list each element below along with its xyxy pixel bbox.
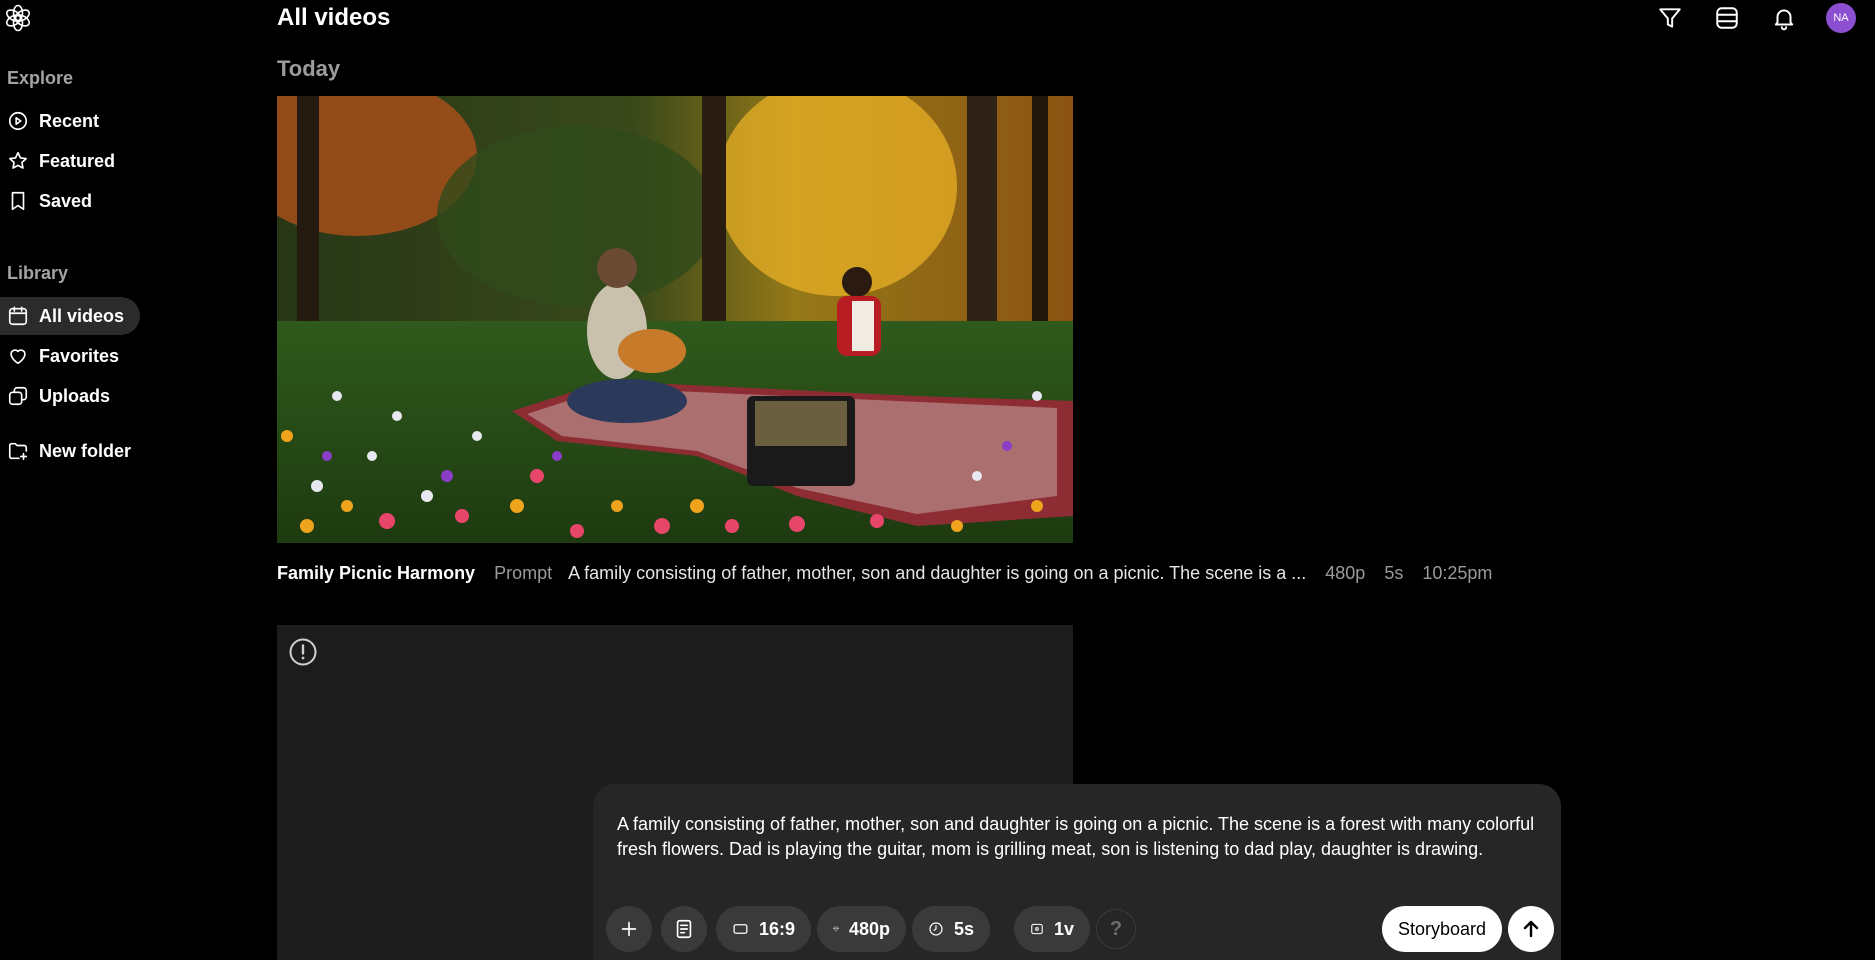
sidebar-item-label: Uploads	[39, 385, 111, 406]
notifications-button[interactable]	[1768, 2, 1800, 34]
page-title: All videos	[277, 4, 391, 31]
add-button[interactable]	[606, 906, 652, 952]
variations-icon	[1031, 923, 1043, 935]
sidebar-item-uploads[interactable]: Uploads	[0, 377, 126, 415]
video-duration: 5s	[1384, 563, 1404, 583]
variations-value: 1v	[1053, 918, 1074, 939]
arrow-up-icon	[1523, 920, 1539, 938]
layout-icon	[1716, 7, 1738, 29]
new-folder-label: New folder	[39, 440, 132, 461]
layout-toggle-button[interactable]	[1711, 2, 1743, 34]
filter-button[interactable]	[1654, 2, 1686, 34]
sidebar-item-label: Favorites	[39, 345, 120, 366]
uploads-icon	[8, 386, 28, 406]
play-circle-icon	[8, 111, 28, 131]
aspect-ratio-icon	[733, 924, 748, 934]
video-meta-row: Family Picnic Harmony Prompt A family co…	[277, 563, 1506, 584]
alert-icon[interactable]	[288, 637, 318, 667]
app-logo-icon[interactable]	[4, 4, 32, 32]
resolution-value: 480p	[848, 918, 890, 939]
duration-button[interactable]: 5s	[912, 906, 990, 952]
video-thumbnail-image	[277, 96, 1073, 543]
diamond-icon	[833, 926, 839, 932]
prompt-textarea[interactable]: A family consisting of father, mother, s…	[617, 812, 1537, 862]
clock-icon	[929, 922, 943, 936]
help-label: ?	[1109, 917, 1123, 940]
library-section-label: Library	[7, 263, 69, 283]
sidebar-item-featured[interactable]: Featured	[0, 142, 131, 180]
folder-plus-icon	[8, 442, 28, 461]
duration-value: 5s	[953, 918, 974, 939]
aspect-ratio-button[interactable]: 16:9	[716, 906, 811, 952]
avatar[interactable]: NA	[1826, 3, 1856, 33]
bookmark-icon	[11, 191, 25, 211]
heart-icon	[10, 349, 26, 365]
video-prompt: A family consisting of father, mother, s…	[568, 563, 1307, 583]
sidebar-item-saved[interactable]: Saved	[0, 182, 108, 220]
video-resolution: 480p	[1325, 563, 1366, 583]
prompt-composer: A family consisting of father, mother, s…	[593, 784, 1561, 960]
sidebar-item-recent[interactable]: Recent	[0, 102, 115, 140]
variations-button[interactable]: 1v	[1014, 906, 1090, 952]
video-thumbnail[interactable]	[277, 96, 1073, 543]
new-folder-button[interactable]: New folder	[0, 432, 147, 470]
date-heading: Today	[277, 56, 341, 81]
submit-button[interactable]	[1508, 906, 1554, 952]
video-time: 10:25pm	[1422, 563, 1493, 583]
plus-icon	[621, 921, 637, 937]
resolution-button[interactable]: 480p	[817, 906, 906, 952]
sidebar-item-label: Featured	[39, 150, 116, 171]
explore-section-label: Explore	[7, 68, 74, 88]
star-icon	[9, 151, 27, 169]
prompt-label: Prompt	[494, 563, 553, 583]
aspect-ratio-value: 16:9	[758, 918, 795, 939]
sidebar-item-label: All videos	[39, 305, 125, 326]
storyboard-button[interactable]: Storyboard	[1382, 906, 1503, 952]
sidebar-item-favorites[interactable]: Favorites	[0, 337, 135, 375]
filter-icon	[1659, 8, 1681, 28]
calendar-icon	[8, 306, 28, 326]
document-icon	[676, 919, 692, 939]
sidebar-item-all-videos[interactable]: All videos	[0, 297, 141, 335]
sidebar-item-label: Saved	[39, 190, 93, 211]
help-button[interactable]: ?	[1096, 909, 1136, 949]
sidebar-item-label: Recent	[39, 110, 100, 131]
storyboard-presets-button[interactable]	[661, 906, 707, 952]
bell-icon	[1774, 9, 1794, 31]
video-title[interactable]: Family Picnic Harmony	[277, 563, 475, 584]
